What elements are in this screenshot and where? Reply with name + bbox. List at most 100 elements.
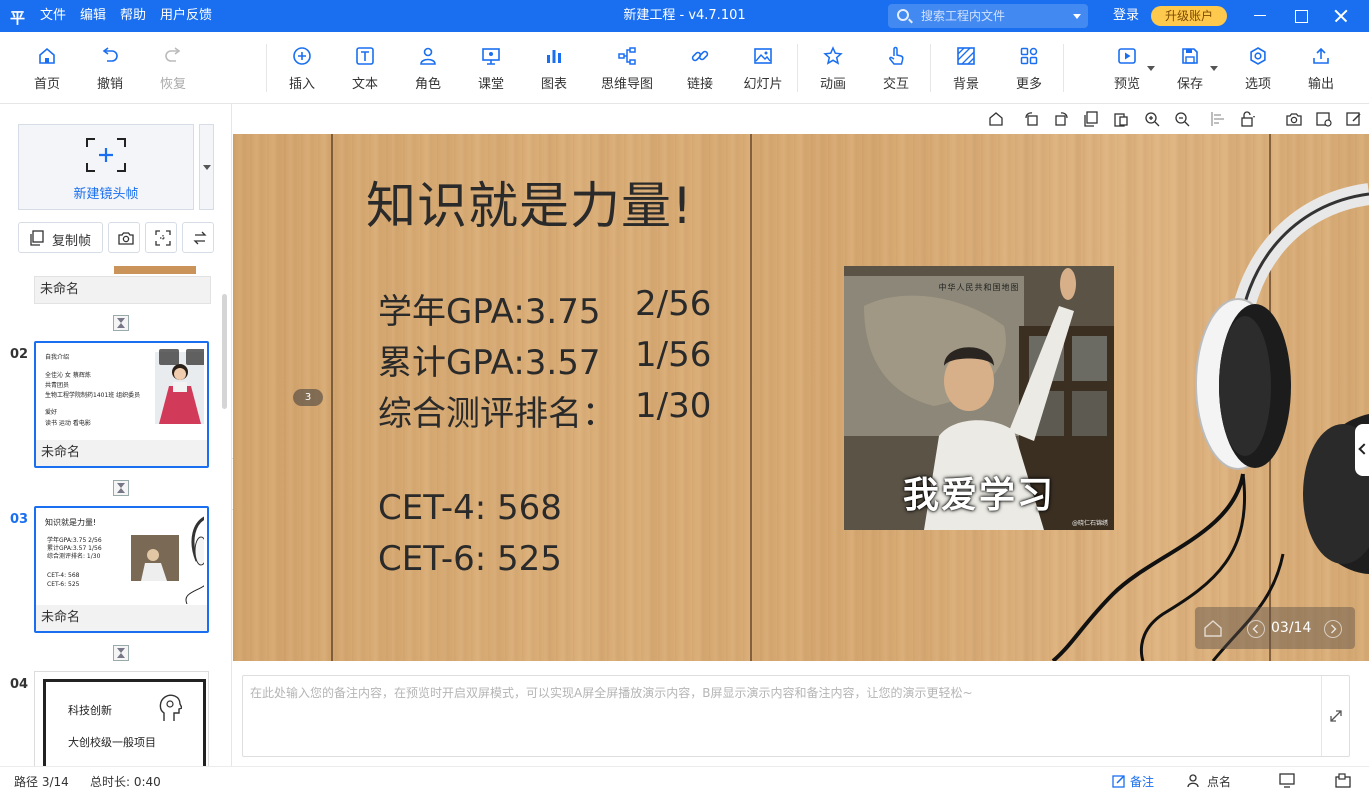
monitor-icon[interactable] bbox=[1279, 773, 1295, 788]
step-number-badge[interactable]: 3 bbox=[293, 389, 323, 406]
chevron-down-icon[interactable] bbox=[1147, 66, 1155, 71]
hand-pointer-icon bbox=[889, 46, 904, 65]
undo-button[interactable]: 撤销 bbox=[82, 46, 138, 92]
slide-card-02[interactable]: 自我介绍 全佳沁 女 蔡辉炼 共青团员 生物工程学院制药1401班 组织委员 爱… bbox=[34, 341, 209, 468]
classroom-button[interactable]: 课堂 bbox=[463, 46, 519, 92]
insert-button[interactable]: 插入 bbox=[274, 46, 330, 92]
chart-button[interactable]: 图表 bbox=[526, 46, 582, 92]
prev-page-icon[interactable] bbox=[1247, 620, 1265, 638]
stat-label[interactable]: 累计GPA:3.57 bbox=[378, 335, 601, 384]
brain-head-icon bbox=[159, 694, 182, 721]
stat-label[interactable]: 综合测评排名： bbox=[378, 386, 616, 435]
maximize-icon[interactable] bbox=[1281, 0, 1321, 32]
play-icon bbox=[1118, 48, 1136, 64]
camera-icon[interactable] bbox=[1286, 111, 1302, 127]
grid-icon bbox=[1020, 47, 1038, 65]
role-button[interactable]: 角色 bbox=[400, 46, 456, 92]
new-frame-dropdown[interactable] bbox=[199, 124, 214, 210]
transition-icon[interactable] bbox=[113, 645, 129, 661]
stat-value[interactable]: 2/56 bbox=[635, 284, 711, 324]
slide-card-03[interactable]: 知识就是力量! 学年GPA:3.75 2/56 累计GPA:3.57 1/56 … bbox=[34, 506, 209, 633]
lock-icon[interactable] bbox=[1240, 111, 1256, 127]
transition-icon[interactable] bbox=[113, 315, 129, 331]
slide-card-01[interactable]: 未命名 bbox=[34, 266, 211, 304]
stat-value[interactable]: 1/30 bbox=[635, 386, 711, 426]
swap-icon bbox=[193, 231, 207, 245]
upgrade-button[interactable]: 升级账户 bbox=[1151, 6, 1227, 26]
slide-title[interactable]: 知识就是力量! bbox=[366, 166, 693, 238]
frame-list-scrollbar[interactable] bbox=[222, 294, 227, 409]
stat-value[interactable]: 1/56 bbox=[635, 335, 711, 375]
cet6-score[interactable]: CET-6: 525 bbox=[378, 539, 562, 579]
login-button[interactable]: 登录 bbox=[1113, 0, 1139, 32]
notes-toggle[interactable]: 备注 bbox=[1130, 773, 1154, 790]
slide-button[interactable]: 幻灯片 bbox=[735, 46, 791, 92]
headphones-thumbnail bbox=[185, 516, 204, 604]
more-button[interactable]: 更多 bbox=[1001, 46, 1057, 92]
menu-file[interactable]: 文件 bbox=[40, 0, 66, 32]
menu-bar: 文件 编辑 帮助 用户反馈 bbox=[40, 0, 226, 32]
export-button[interactable]: 输出 bbox=[1293, 46, 1349, 92]
text-button[interactable]: 文本 bbox=[337, 46, 393, 92]
slide-name: 未命名 bbox=[36, 440, 207, 466]
status-bar: 路径 3/14 总时长: 0:40 备注 点名 bbox=[0, 766, 1369, 792]
next-page-icon[interactable] bbox=[1324, 620, 1342, 638]
roll-call-button[interactable]: 点名 bbox=[1207, 773, 1231, 790]
frame-panel: 新建镜头帧 复制帧 未命名 02 自我介绍 全佳沁 女 蔡辉炼 共青团员 生物工… bbox=[0, 104, 232, 766]
slide-thumbnail: 科技创新 大创校级一般项目 bbox=[38, 675, 206, 766]
screen-share-icon[interactable] bbox=[1335, 773, 1351, 788]
fit-frame-button[interactable] bbox=[145, 222, 177, 253]
headphones-image bbox=[1051, 183, 1369, 661]
menu-feedback[interactable]: 用户反馈 bbox=[160, 0, 212, 32]
home-icon bbox=[39, 47, 55, 64]
home-button[interactable]: 首页 bbox=[19, 46, 75, 92]
toolbar-divider bbox=[930, 44, 931, 92]
person-icon bbox=[420, 47, 436, 65]
chevron-down-icon[interactable] bbox=[1210, 66, 1218, 71]
rotate-left-icon[interactable] bbox=[1024, 111, 1040, 127]
menu-help[interactable]: 帮助 bbox=[120, 0, 146, 32]
screenshot-button[interactable] bbox=[108, 222, 140, 253]
zoom-in-icon[interactable] bbox=[1144, 111, 1160, 127]
slide-card-04[interactable]: 科技创新 大创校级一般项目 bbox=[34, 671, 209, 766]
cet4-score[interactable]: CET-4: 568 bbox=[378, 488, 562, 528]
expand-right-panel-button[interactable] bbox=[1355, 424, 1369, 476]
swap-order-button[interactable] bbox=[182, 222, 214, 253]
minimize-icon[interactable] bbox=[1240, 0, 1280, 32]
close-icon[interactable] bbox=[1321, 0, 1361, 32]
expand-notes-button[interactable] bbox=[1321, 676, 1349, 756]
thumb-settings-icon[interactable] bbox=[159, 349, 179, 365]
mindmap-button[interactable]: 思维导图 bbox=[599, 46, 655, 92]
slide-thumbnail bbox=[114, 266, 196, 274]
zoom-out-icon[interactable] bbox=[1174, 111, 1190, 127]
notes-input[interactable]: 在此处输入您的备注内容，在预览时开启双屏模式，可以实现A屏全屏播放演示内容，B屏… bbox=[242, 675, 1350, 757]
mindmap-icon bbox=[618, 47, 636, 65]
home-icon[interactable] bbox=[1203, 619, 1223, 637]
menu-edit[interactable]: 编辑 bbox=[80, 0, 106, 32]
align-icon[interactable] bbox=[1210, 111, 1226, 127]
slide-number: 03 bbox=[10, 512, 29, 527]
rotate-right-icon[interactable] bbox=[1053, 111, 1069, 127]
home-view-icon[interactable] bbox=[988, 111, 1004, 127]
add-frame-icon bbox=[86, 138, 126, 172]
link-button[interactable]: 链接 bbox=[672, 46, 728, 92]
new-frame-button[interactable]: 新建镜头帧 bbox=[18, 124, 194, 210]
gear-icon bbox=[1250, 47, 1266, 65]
stat-label[interactable]: 学年GPA:3.75 bbox=[378, 284, 601, 333]
link-icon bbox=[691, 50, 709, 62]
copy-frame-button[interactable]: 复制帧 bbox=[18, 222, 103, 253]
image-replace-icon[interactable] bbox=[1316, 111, 1332, 127]
chevron-down-icon[interactable] bbox=[1073, 14, 1081, 19]
thumb-delete-icon[interactable] bbox=[186, 349, 204, 365]
animation-button[interactable]: 动画 bbox=[805, 46, 861, 92]
options-button[interactable]: 选项 bbox=[1230, 46, 1286, 92]
interact-button[interactable]: 交互 bbox=[868, 46, 924, 92]
search-input[interactable]: 搜索工程内文件 bbox=[888, 4, 1088, 28]
slide-canvas[interactable]: 知识就是力量! 学年GPA:3.75 2/56 累计GPA:3.57 1/56 … bbox=[233, 134, 1369, 661]
background-button[interactable]: 背景 bbox=[938, 46, 994, 92]
transition-icon[interactable] bbox=[113, 480, 129, 496]
copy-icon[interactable] bbox=[1083, 111, 1099, 127]
edit-icon[interactable] bbox=[1346, 111, 1362, 127]
redo-button[interactable]: 恢复 bbox=[145, 46, 201, 92]
paste-icon[interactable] bbox=[1113, 111, 1129, 127]
